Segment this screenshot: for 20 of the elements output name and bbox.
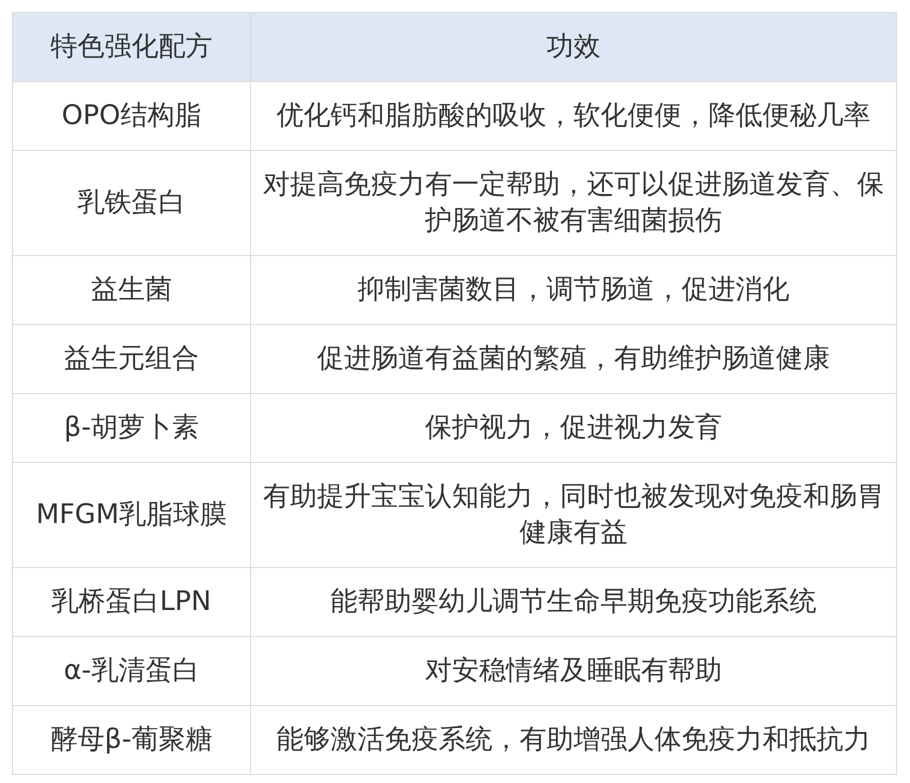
table-cell: α-乳清蛋白 — [12, 636, 250, 706]
table-cell: 优化钙和脂肪酸的吸收，软化便便，降低便秘几率 — [250, 82, 896, 150]
table-cell: 对提高免疫力有一定帮助，还可以促进肠道发育、保护肠道不被有害细菌损伤 — [250, 150, 896, 256]
table-cell: OPO结构脂 — [12, 82, 250, 150]
table-cell: β-胡萝卜素 — [12, 394, 250, 462]
table-cell: 能够激活免疫系统，有助增强人体免疫力和抵抗力 — [250, 706, 896, 774]
table-cell: 促进肠道有益菌的繁殖，有助维护肠道健康 — [250, 324, 896, 394]
column-header: 功效 — [250, 12, 896, 82]
table-cell: 益生菌 — [12, 256, 250, 324]
table-cell: 有助提升宝宝认知能力，同时也被发现对免疫和肠胃健康有益 — [250, 462, 896, 568]
table-cell: 乳铁蛋白 — [12, 150, 250, 256]
table-cell: 益生元组合 — [12, 324, 250, 394]
table-cell: MFGM乳脂球膜 — [12, 462, 250, 568]
table-cell: 乳桥蛋白LPN — [12, 568, 250, 636]
table-cell: 能帮助婴幼儿调节生命早期免疫功能系统 — [250, 568, 896, 636]
table-cell: 抑制害菌数目，调节肠道，促进消化 — [250, 256, 896, 324]
table-cell: 对安稳情绪及睡眠有帮助 — [250, 636, 896, 706]
table-cell: 保护视力，促进视力发育 — [250, 394, 896, 462]
table-cell: 酵母β-葡聚糖 — [12, 706, 250, 774]
column-header: 特色强化配方 — [12, 12, 250, 82]
